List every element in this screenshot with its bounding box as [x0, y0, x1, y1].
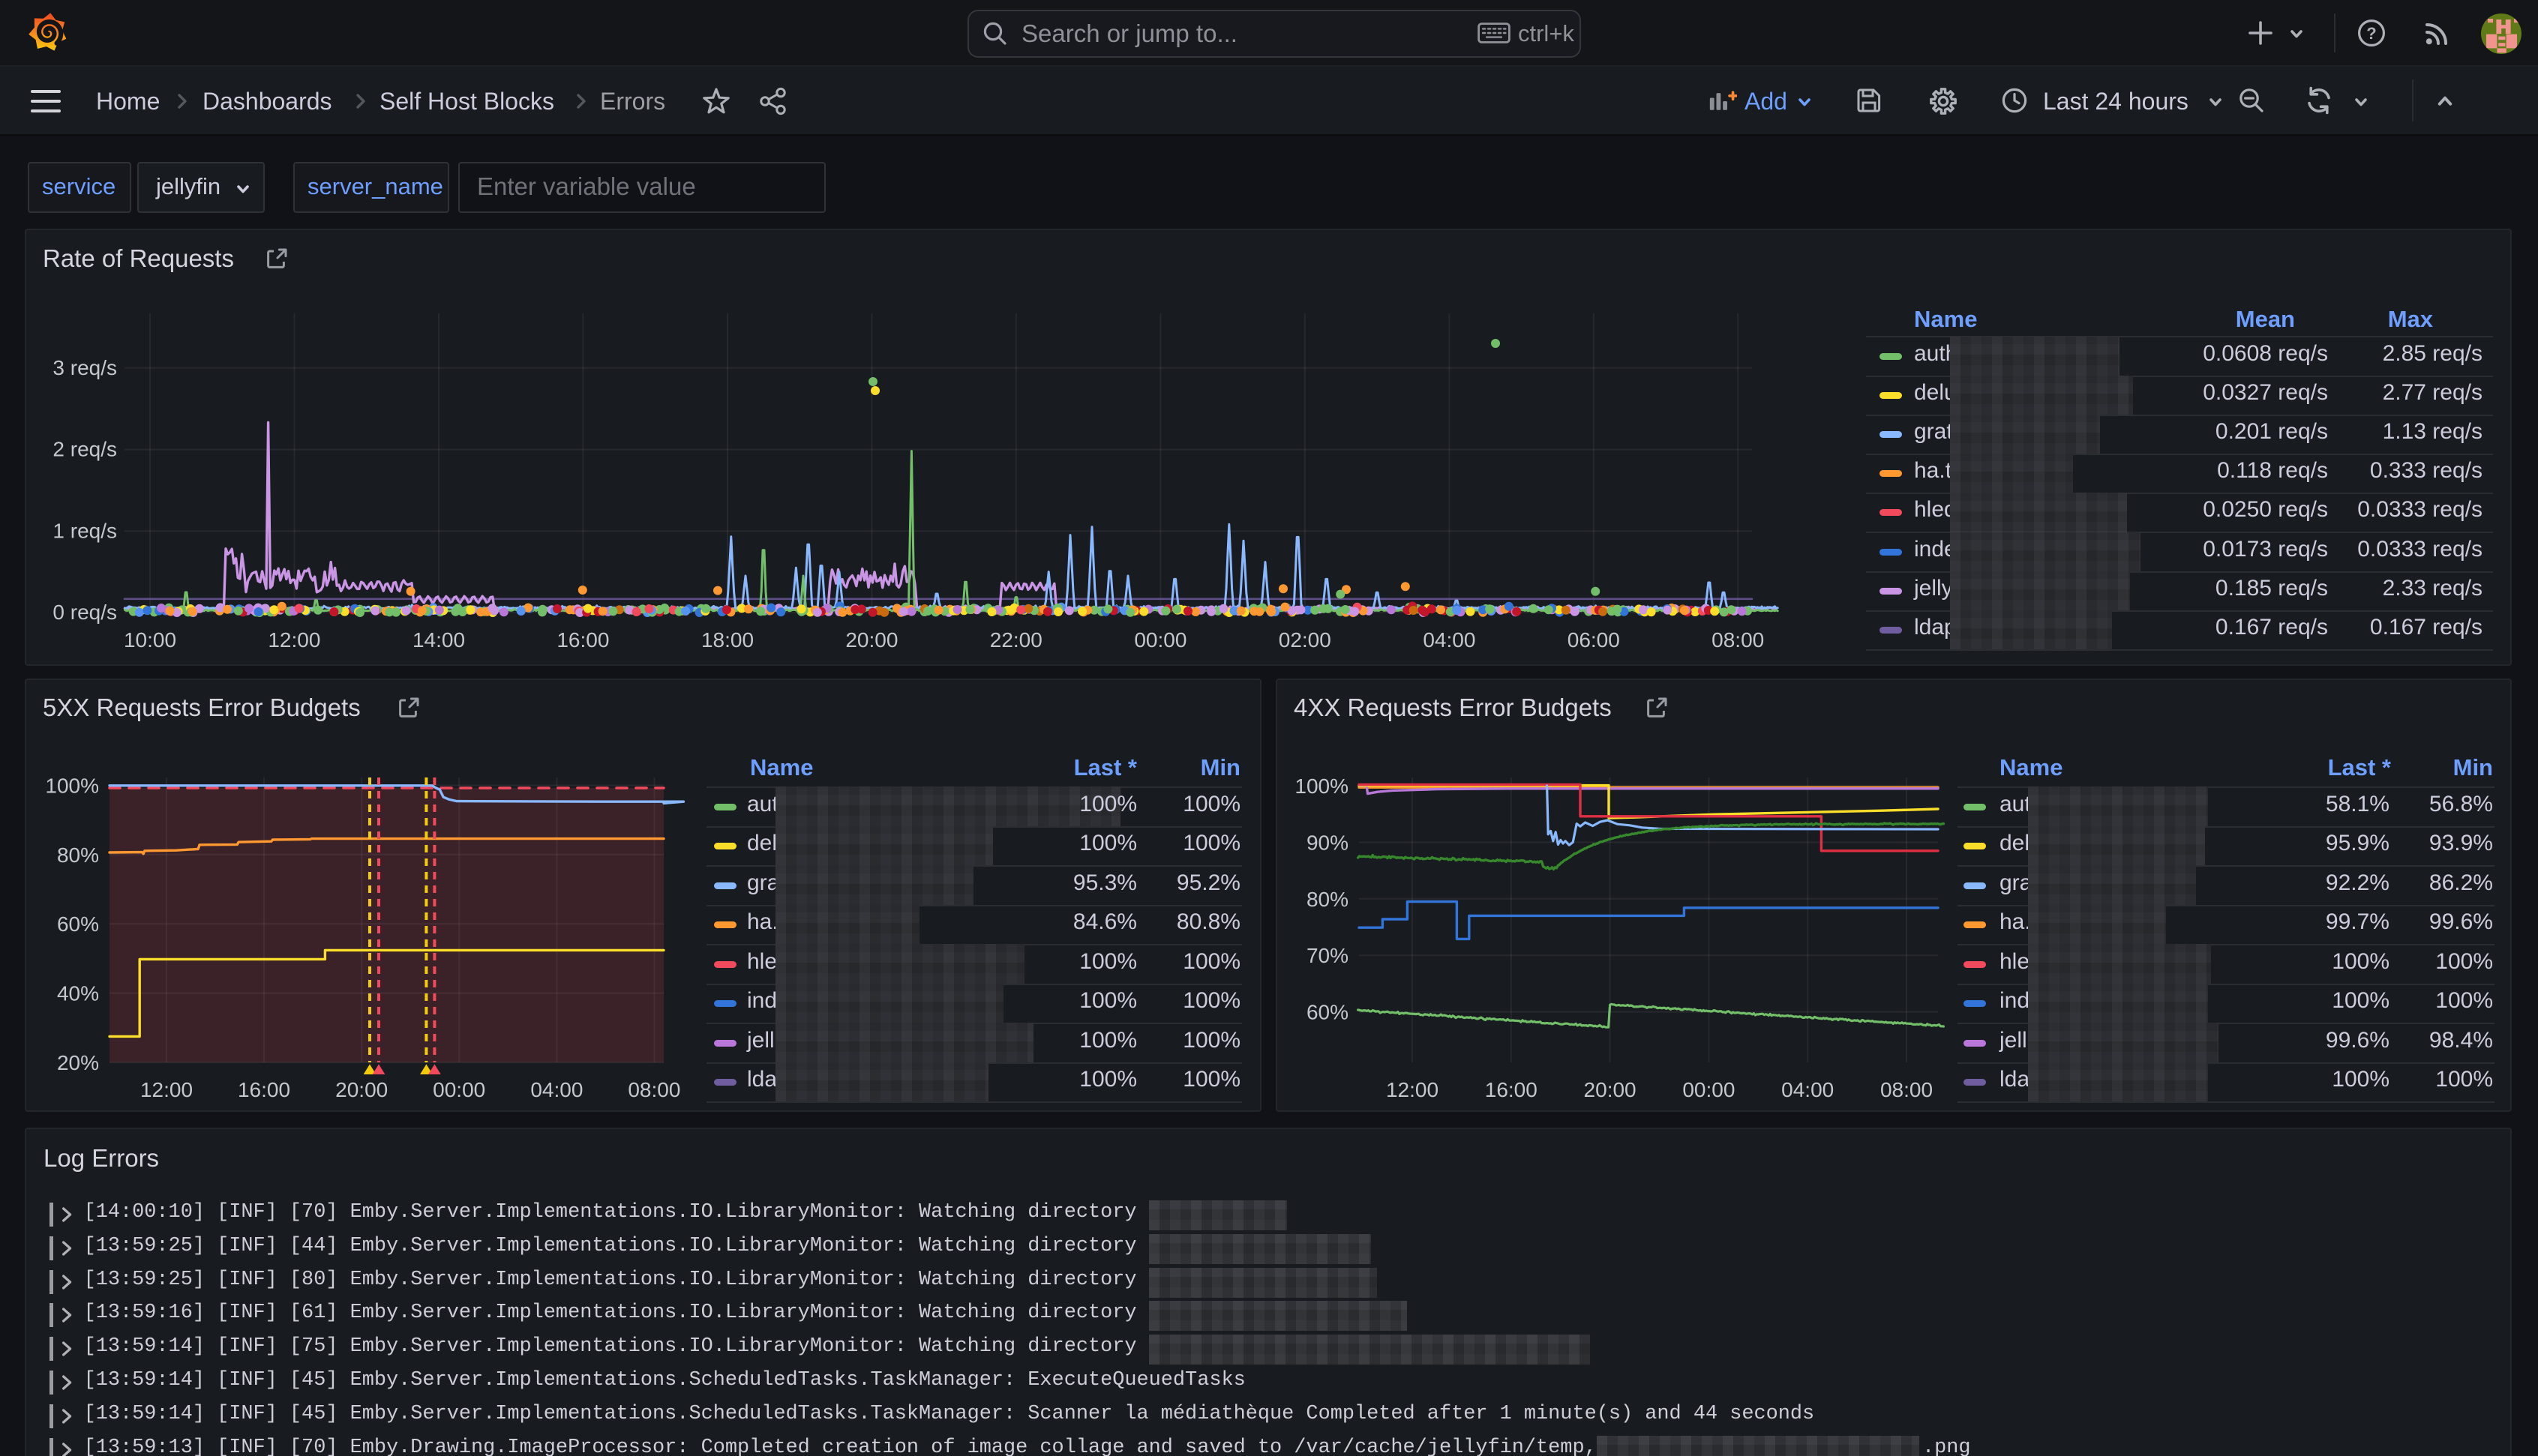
svg-text:18:00: 18:00	[701, 628, 754, 652]
svg-text:00:00: 00:00	[433, 1078, 485, 1101]
svg-text:3 req/s: 3 req/s	[52, 356, 117, 379]
svg-text:2 req/s: 2 req/s	[52, 438, 117, 461]
svg-text:16:00: 16:00	[556, 628, 609, 652]
svg-text:04:00: 04:00	[1423, 628, 1475, 652]
svg-text:00:00: 00:00	[1682, 1078, 1735, 1101]
svg-text:22:00: 22:00	[990, 628, 1042, 652]
svg-text:80%: 80%	[57, 843, 99, 867]
svg-text:06:00: 06:00	[1568, 628, 1620, 652]
svg-text:08:00: 08:00	[1880, 1078, 1933, 1101]
svg-text:?: ?	[2366, 24, 2376, 43]
svg-text:20:00: 20:00	[1584, 1078, 1636, 1101]
svg-text:0 req/s: 0 req/s	[52, 601, 117, 624]
svg-text:16:00: 16:00	[1485, 1078, 1538, 1101]
svg-text:90%: 90%	[1306, 831, 1348, 854]
svg-text:12:00: 12:00	[140, 1078, 193, 1101]
svg-text:40%: 40%	[57, 982, 99, 1005]
svg-text:20%: 20%	[57, 1051, 99, 1074]
svg-text:20:00: 20:00	[335, 1078, 388, 1101]
svg-text:60%: 60%	[1306, 1001, 1348, 1024]
svg-text:12:00: 12:00	[1386, 1078, 1438, 1101]
svg-text:10:00: 10:00	[124, 628, 176, 652]
svg-text:70%: 70%	[1306, 944, 1348, 967]
svg-text:02:00: 02:00	[1279, 628, 1331, 652]
svg-text:20:00: 20:00	[845, 628, 898, 652]
svg-text:00:00: 00:00	[1134, 628, 1186, 652]
svg-text:100%: 100%	[1294, 774, 1348, 798]
svg-text:1 req/s: 1 req/s	[52, 519, 117, 542]
svg-text:100%: 100%	[45, 774, 99, 797]
svg-text:16:00: 16:00	[238, 1078, 290, 1101]
svg-text:04:00: 04:00	[530, 1078, 583, 1101]
svg-text:08:00: 08:00	[1712, 628, 1764, 652]
svg-text:80%: 80%	[1306, 888, 1348, 911]
svg-text:04:00: 04:00	[1781, 1078, 1834, 1101]
svg-text:12:00: 12:00	[268, 628, 320, 652]
svg-text:08:00: 08:00	[628, 1078, 680, 1101]
svg-text:14:00: 14:00	[412, 628, 465, 652]
svg-text:60%: 60%	[57, 912, 99, 936]
